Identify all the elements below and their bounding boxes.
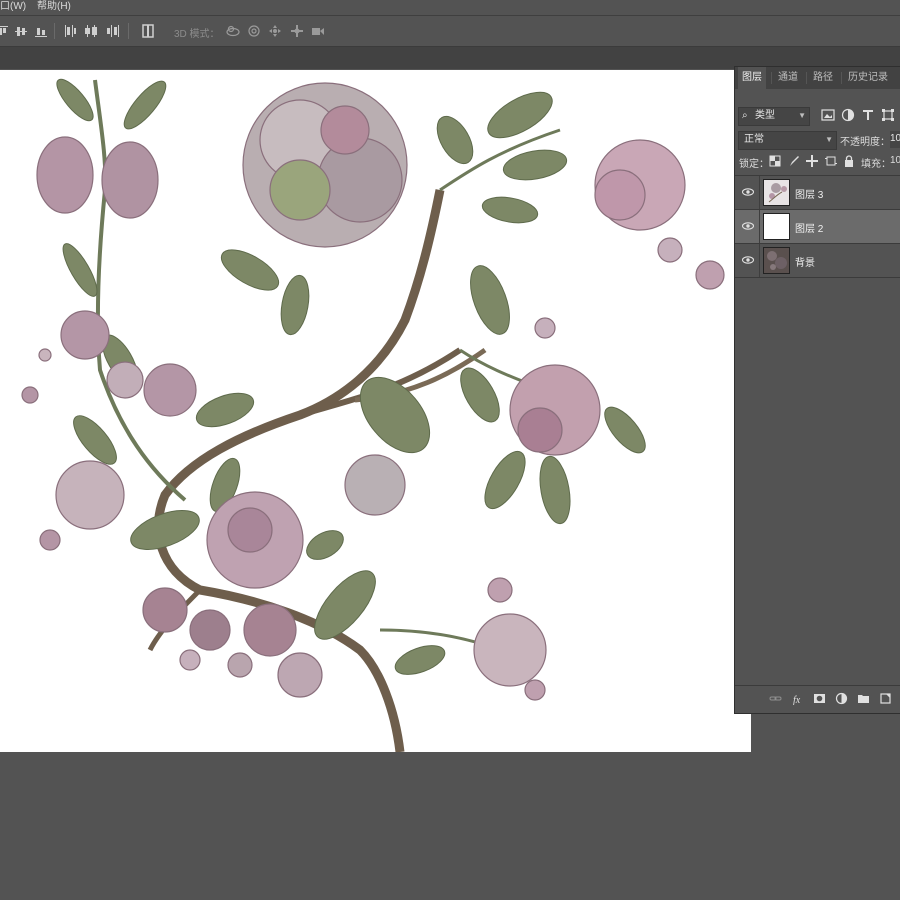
separator xyxy=(759,210,760,243)
3d-mode-label: 3D 模式： xyxy=(174,29,220,40)
new-layer-icon[interactable] xyxy=(879,692,892,705)
separator xyxy=(54,23,55,39)
lock-label: 锁定： xyxy=(739,159,769,170)
search-icon: ⌕ xyxy=(742,110,748,121)
add-mask-icon[interactable] xyxy=(813,692,826,705)
embroidered-flowers-artwork xyxy=(21,78,725,752)
link-layers-icon[interactable] xyxy=(769,692,782,705)
options-bar: 3D 模式： xyxy=(0,16,900,47)
align-top-icon[interactable] xyxy=(0,24,10,38)
menu-bar: 口(W) 帮助(H) xyxy=(0,0,900,16)
tab-history[interactable]: 历史记录 xyxy=(844,67,892,89)
layer-thumbnail xyxy=(763,247,790,274)
filter-type-icon[interactable] xyxy=(861,108,875,122)
tab-separator xyxy=(841,72,842,84)
3d-roll-icon[interactable] xyxy=(247,24,261,38)
filter-kind-select[interactable]: ⌕ 类型 ▼ xyxy=(738,107,810,126)
3d-pan-icon[interactable] xyxy=(268,24,282,38)
lock-all-icon[interactable] xyxy=(843,155,855,167)
eye-icon[interactable] xyxy=(742,220,754,232)
adjustment-layer-icon[interactable] xyxy=(835,692,848,705)
auto-align-icon[interactable] xyxy=(141,24,155,38)
layer-thumbnail xyxy=(763,213,790,240)
new-group-icon[interactable] xyxy=(857,692,870,705)
filter-shape-icon[interactable] xyxy=(881,108,895,122)
tab-separator xyxy=(771,72,772,84)
distribute-right-icon[interactable] xyxy=(106,24,120,38)
layer-name: 图层 3 xyxy=(795,190,824,201)
distribute-center-icon[interactable] xyxy=(84,24,98,38)
panel-tabs: 图层 通道 路径 历史记录 xyxy=(735,67,900,89)
tab-channels[interactable]: 通道 xyxy=(774,67,802,89)
fill-label: 填充： xyxy=(861,159,891,170)
lock-image-pixels-icon[interactable] xyxy=(788,155,800,167)
document-canvas[interactable] xyxy=(0,70,751,752)
layer-name: 图层 2 xyxy=(795,224,824,235)
eye-icon[interactable] xyxy=(742,254,754,266)
separator xyxy=(128,23,129,39)
distribute-left-icon[interactable] xyxy=(63,24,77,38)
lock-transparent-pixels-icon[interactable] xyxy=(769,155,781,167)
blend-mode-value: 正常 xyxy=(744,134,764,145)
filter-kind-value: 类型 xyxy=(755,110,775,121)
svg-text:fx: fx xyxy=(793,695,801,705)
layer-thumbnail xyxy=(763,179,790,206)
filter-pixel-icon[interactable] xyxy=(821,108,835,122)
menu-help[interactable]: 帮助(H) xyxy=(37,0,71,15)
layers-panel-footer: fx xyxy=(735,685,900,712)
3d-slide-icon[interactable] xyxy=(290,24,304,38)
separator xyxy=(759,176,760,209)
fill-input[interactable]: 10 xyxy=(890,155,900,166)
layer-row-layer-2[interactable]: 图层 2 xyxy=(735,210,900,244)
layer-filter-row: ⌕ 类型 ▼ xyxy=(735,103,900,126)
align-vertical-center-icon[interactable] xyxy=(14,24,28,38)
tab-layers[interactable]: 图层 xyxy=(738,67,766,89)
chevron-down-icon: ▼ xyxy=(798,111,806,120)
menu-window[interactable]: 口(W) xyxy=(0,0,26,15)
tab-paths[interactable]: 路径 xyxy=(809,67,837,89)
layer-name: 背景 xyxy=(795,258,815,269)
lock-row: 锁定： 填充： 10 xyxy=(735,153,900,171)
tab-separator xyxy=(806,72,807,84)
opacity-label: 不透明度： xyxy=(840,137,890,148)
3d-orbit-icon[interactable] xyxy=(226,24,240,38)
filter-adjustment-icon[interactable] xyxy=(841,108,855,122)
3d-camera-icon[interactable] xyxy=(311,24,325,38)
lock-position-icon[interactable] xyxy=(806,155,818,167)
chevron-down-icon: ▼ xyxy=(825,135,833,144)
lock-artboard-icon[interactable] xyxy=(825,155,837,167)
opacity-input[interactable]: 10 xyxy=(890,131,900,148)
layer-row-background[interactable]: 背景 xyxy=(735,244,900,278)
layer-list: 图层 3 图层 2 背景 xyxy=(735,175,900,286)
layers-panel: 图层 通道 路径 历史记录 ⌕ 类型 ▼ 正常 ▼ 不透明度： 10 锁定： 填… xyxy=(734,66,900,714)
align-bottom-icon[interactable] xyxy=(34,24,48,38)
blend-mode-select[interactable]: 正常 ▼ xyxy=(738,131,837,150)
eye-icon[interactable] xyxy=(742,186,754,198)
separator xyxy=(759,244,760,277)
fx-icon[interactable]: fx xyxy=(792,692,805,705)
layer-row-layer-3[interactable]: 图层 3 xyxy=(735,176,900,210)
